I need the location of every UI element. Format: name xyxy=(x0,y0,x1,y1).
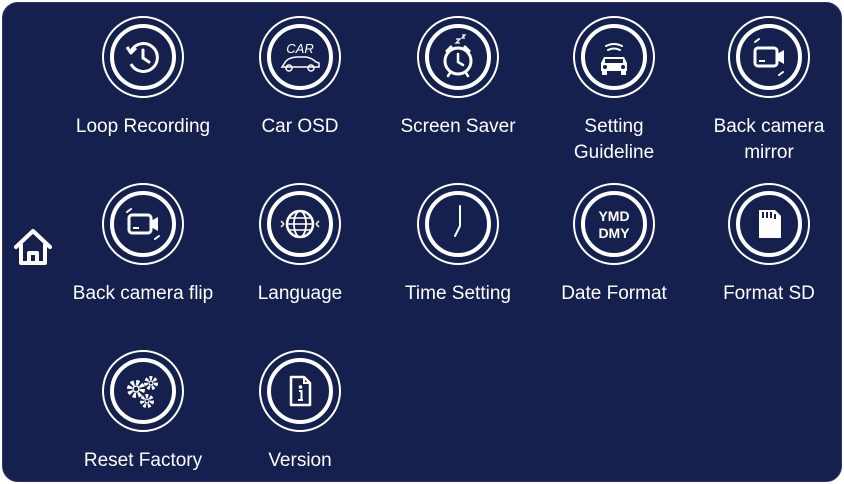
menu-item-label: Time Setting xyxy=(405,283,511,304)
date-format-ymd-text: YMD xyxy=(598,208,629,224)
menu-item-label: Date Format xyxy=(561,283,667,304)
menu-item-label: Language xyxy=(257,283,343,304)
menu-item-label: Format SD xyxy=(723,283,815,304)
home-icon xyxy=(14,229,52,265)
menu-item-label: Back camera mirror xyxy=(713,116,825,163)
gears-icon xyxy=(101,349,185,433)
car-osd-icon: CAR xyxy=(258,15,342,99)
home-button[interactable] xyxy=(11,225,55,269)
date-format-dmy-text: DMY xyxy=(598,225,630,241)
menu-item-label: Screen Saver xyxy=(400,116,516,137)
date-format-icon: YMD DMY xyxy=(572,182,656,266)
menu-item-label: Loop Recording xyxy=(75,116,211,137)
settings-screen: Loop Recording CAR Car OSD Screen Saver … xyxy=(2,2,842,482)
car-osd-text: CAR xyxy=(286,41,313,56)
camera-flip-icon xyxy=(101,182,185,266)
alarm-clock-icon xyxy=(416,15,500,99)
menu-item-label: Version xyxy=(268,450,332,471)
menu-item-label: Setting Guideline xyxy=(573,116,655,163)
sd-card-icon xyxy=(727,182,811,266)
menu-item-label: Car OSD xyxy=(261,116,339,137)
clock-icon xyxy=(416,182,500,266)
car-guideline-icon xyxy=(572,15,656,99)
loop-recording-icon xyxy=(101,15,185,99)
info-document-icon xyxy=(258,349,342,433)
menu-item-label: Reset Factory xyxy=(83,450,203,471)
globe-icon xyxy=(258,182,342,266)
menu-item-label: Back camera flip xyxy=(72,283,214,304)
camera-mirror-icon xyxy=(727,15,811,99)
